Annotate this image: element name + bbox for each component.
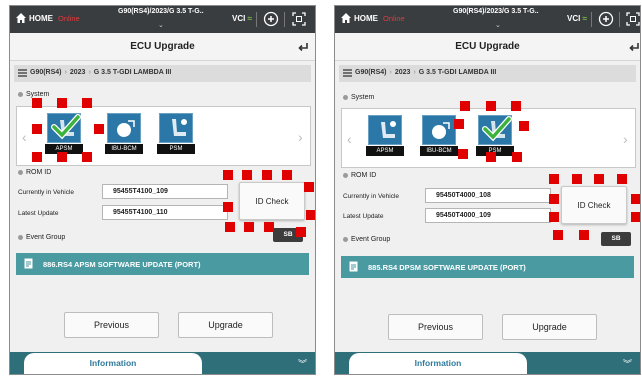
home-icon[interactable] [15,12,27,24]
checkmark-icon [51,114,81,140]
event-group-section-label: Event Group [343,236,390,243]
connection-icon[interactable] [263,11,279,27]
title-bar: ECU Upgrade [335,33,640,61]
system-item-psm[interactable]: PSM [157,113,195,159]
signal-icon: ≈ [247,14,252,23]
system-item-label: IBU-BCM [105,144,143,154]
chevron-left-icon[interactable]: ‹ [22,129,27,145]
divider [591,12,592,27]
chevron-right-icon[interactable]: › [298,129,303,145]
bottom-bar: Information ︾ [10,352,315,374]
system-item-ibu-bcm[interactable]: IBU-BCM [105,113,143,159]
system-item-label: APSM [366,146,404,156]
divider [256,12,257,27]
double-chevron-down-icon[interactable]: ︾ [623,357,632,370]
seat-icon [368,115,402,145]
rom-id-section-label: ROM ID [18,169,51,176]
chevron-down-icon[interactable]: ⌄ [158,21,164,29]
checkmark-icon [482,116,512,142]
connection-icon[interactable] [598,11,614,27]
system-item-ibu-bcm[interactable]: IBU-BCM [420,115,458,161]
id-check-button[interactable]: ID Check [239,182,305,220]
bottom-bar: Information ︾ [335,352,640,374]
page-title: ECU Upgrade [455,41,520,52]
breadcrumb-year[interactable]: 2023 [70,69,86,76]
document-icon [24,258,33,269]
id-check-button[interactable]: ID Check [561,186,627,224]
double-chevron-down-icon[interactable]: ︾ [298,357,307,370]
current-rom-value: 95455T4100_109 [102,184,228,199]
title-bar: ECU Upgrade [10,33,315,61]
screenshot-icon[interactable] [291,11,307,27]
ecu-upgrade-screen-left: HOME Online G90(RS4)/2023/G 3.5 T-G.. ⌄ … [9,5,316,375]
document-icon [349,261,358,272]
event-group-item-label: 885.RS4 DPSM SOFTWARE UPDATE (PORT) [368,263,526,272]
vehicle-title[interactable]: G90(RS4)/2023/G 3.5 T-G.. [118,8,204,15]
page-title: ECU Upgrade [130,41,195,52]
breadcrumb-model[interactable]: G90(RS4) [30,69,62,76]
previous-button[interactable]: Previous [388,314,483,340]
ecu-upgrade-screen-right: HOME Online G90(RS4)/2023/G 3.5 T-G.. ⌄ … [334,5,641,375]
tab-information[interactable]: Information [24,353,202,374]
latest-label: Latest Update [18,210,59,217]
online-status: Online [58,14,80,23]
breadcrumb: G90(RS4) › 2023 › G 3.5 T-GDI LAMBDA III [339,65,636,82]
breadcrumb-model[interactable]: G90(RS4) [355,69,387,76]
system-item-label: PSM [157,144,195,154]
event-group-item-label: 886.RS4 APSM SOFTWARE UPDATE (PORT) [43,260,201,269]
chevron-left-icon[interactable]: ‹ [347,131,352,147]
top-bar: HOME Online G90(RS4)/2023/G 3.5 T-G.. ⌄ … [335,6,640,33]
vehicle-title[interactable]: G90(RS4)/2023/G 3.5 T-G.. [453,8,539,15]
upgrade-button[interactable]: Upgrade [502,314,597,340]
previous-button[interactable]: Previous [64,312,159,338]
signal-icon: ≈ [582,14,587,23]
menu-icon[interactable] [343,69,352,77]
chevron-down-icon[interactable]: ⌄ [495,21,501,29]
system-section-label: System [18,91,49,98]
online-status: Online [383,14,405,23]
current-label: Currently in Vehicle [18,189,74,196]
event-group-item[interactable]: 885.RS4 DPSM SOFTWARE UPDATE (PORT) [341,256,634,278]
system-section-label: System [343,94,374,101]
ibu-bcm-icon [422,115,456,145]
vci-status: VCI ≈ [232,14,252,23]
chevron-right-icon[interactable]: › [623,131,628,147]
latest-label: Latest Update [343,213,384,220]
tab-information[interactable]: Information [349,353,527,374]
home-label[interactable]: HOME [29,14,53,23]
screenshot-icon[interactable] [625,11,641,27]
system-item-apsm[interactable]: APSM [366,115,404,161]
home-label[interactable]: HOME [354,14,378,23]
vci-status: VCI ≈ [567,14,587,23]
usb-button[interactable]: SB [601,232,631,246]
breadcrumb-engine[interactable]: G 3.5 T-GDI LAMBDA III [419,69,497,76]
divider [619,12,620,27]
back-icon[interactable] [296,41,310,53]
event-group-item[interactable]: 886.RS4 APSM SOFTWARE UPDATE (PORT) [16,253,309,275]
rom-id-section-label: ROM ID [343,172,376,179]
menu-icon[interactable] [18,69,27,77]
current-rom-value: 95450T4000_108 [425,188,551,203]
system-item-label: IBU-BCM [420,146,458,156]
upgrade-button[interactable]: Upgrade [178,312,273,338]
latest-rom-value: 95450T4000_109 [425,208,551,223]
top-bar: HOME Online G90(RS4)/2023/G 3.5 T-G.. ⌄ … [10,6,315,33]
home-icon[interactable] [340,12,352,24]
event-group-section-label: Event Group [18,234,65,241]
power-seat-icon [159,113,193,143]
ibu-bcm-icon [107,113,141,143]
divider [284,12,285,27]
breadcrumb-engine[interactable]: G 3.5 T-GDI LAMBDA III [94,69,172,76]
latest-rom-value: 95455T4100_110 [102,205,228,220]
breadcrumb-year[interactable]: 2023 [395,69,411,76]
back-icon[interactable] [627,41,641,53]
breadcrumb: G90(RS4) › 2023 › G 3.5 T-GDI LAMBDA III [14,65,311,82]
current-label: Currently in Vehicle [343,193,399,200]
